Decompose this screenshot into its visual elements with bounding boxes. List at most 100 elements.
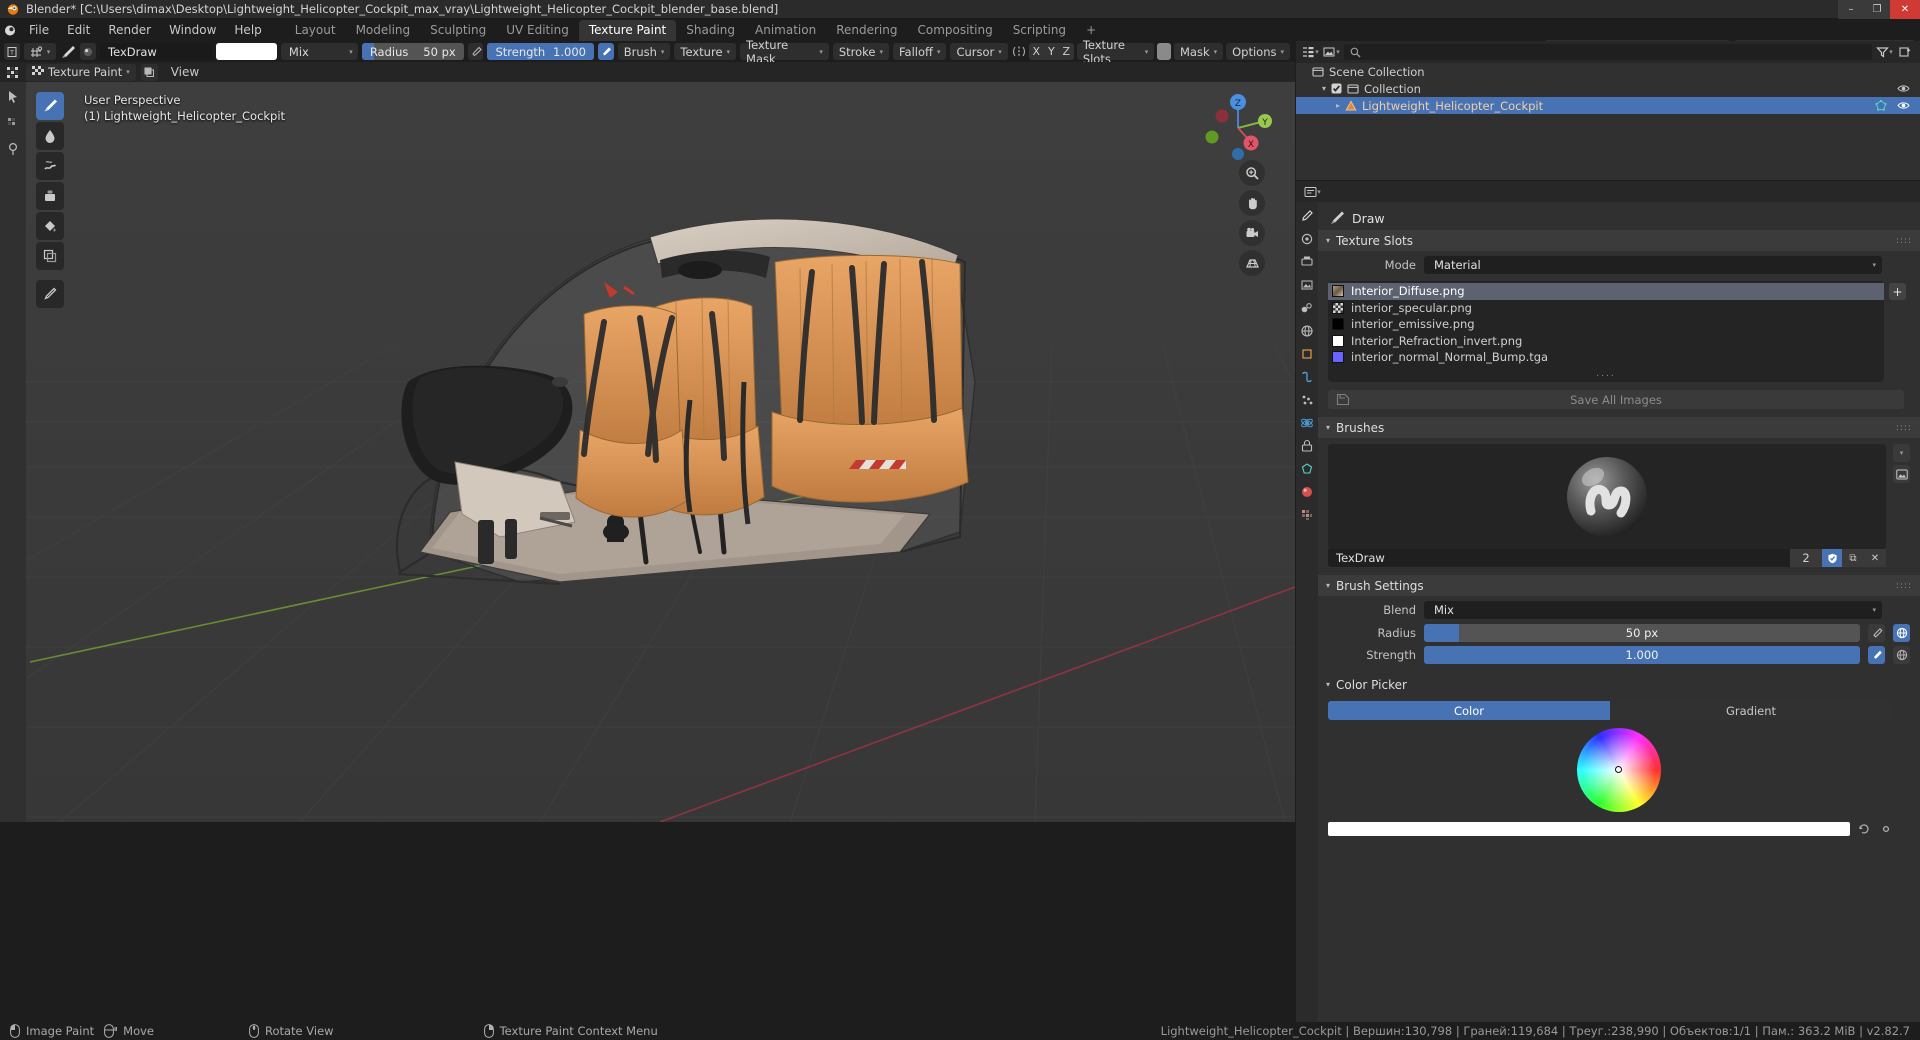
brush-datablock-icon[interactable] [80, 43, 97, 60]
interaction-mode-dropdown[interactable]: Texture Paint ▾ [26, 63, 136, 81]
outliner-row-helicopter-cockpit[interactable]: ▸ Lightweight_Helicopter_Cockpit [1296, 97, 1920, 114]
toolbar-cursor-icon[interactable] [2, 86, 24, 108]
tool-settings-icon[interactable]: T [4, 43, 20, 60]
brush-tool-icon[interactable] [60, 43, 76, 60]
toggle-perspective-icon[interactable] [1239, 250, 1265, 276]
tool-smear-button[interactable] [36, 152, 64, 180]
properties-tab-output[interactable] [1299, 254, 1315, 270]
copy-mode-icon[interactable] [140, 63, 158, 81]
save-all-images-button[interactable]: Save All Images [1328, 390, 1904, 409]
color-animate-icon[interactable] [1877, 820, 1894, 838]
blender-menu-icon[interactable] [0, 23, 20, 37]
menu-help[interactable]: Help [225, 21, 270, 39]
outliner-search-input[interactable] [1344, 44, 1872, 60]
brush-falloff-preset-button[interactable]: ▾ [23, 43, 57, 60]
toolbar-measure-icon[interactable] [2, 138, 24, 160]
properties-tab-tool[interactable] [1299, 208, 1315, 224]
brushes-collapse-triangle-icon[interactable]: ▾ [1326, 423, 1330, 432]
viewport-view-menu[interactable]: View [163, 64, 207, 80]
texture-slot-row-1[interactable]: interior_specular.png [1328, 300, 1884, 317]
tool-soften-button[interactable] [36, 122, 64, 150]
symmetry-axis-z[interactable]: Z [1058, 43, 1074, 60]
collection-visibility-eye-icon[interactable] [1897, 83, 1910, 94]
color-tab-color[interactable]: Color [1328, 701, 1610, 720]
falloff-popover[interactable]: Falloff ▾ [893, 43, 947, 60]
texture-slot-row-0[interactable]: Interior_Diffuse.png [1328, 283, 1884, 300]
brush-browse-image-button[interactable] [1893, 465, 1910, 483]
maximize-button[interactable]: ❐ [1864, 0, 1890, 19]
texture-mask-popover[interactable]: Texture Mask ▾ [740, 38, 829, 66]
toolbar-annotate-icon[interactable] [2, 112, 24, 134]
collection-disclosure-triangle-icon[interactable]: ▾ [1322, 84, 1326, 93]
outliner-row-scene-collection[interactable]: Scene Collection [1296, 63, 1920, 80]
pan-hand-icon[interactable] [1239, 190, 1265, 216]
brush-popover[interactable]: Brush ▾ [617, 43, 671, 60]
tool-draw-button[interactable] [36, 92, 64, 120]
color-wheel[interactable] [1577, 728, 1661, 812]
color-value-slider[interactable] [1328, 822, 1850, 836]
strength-unit-toggle[interactable] [1893, 646, 1910, 664]
mode-dropdown[interactable]: Material ▾ [1424, 256, 1882, 274]
brush-preset-chevron-button[interactable]: ▾ [1893, 444, 1910, 462]
symmetry-axis-x[interactable]: X [1028, 43, 1044, 60]
camera-view-icon[interactable] [1239, 220, 1265, 246]
tab-scripting[interactable]: Scripting [1003, 20, 1076, 41]
brush-settings-panel-header[interactable]: ▾ Brush Settings :::: [1318, 575, 1920, 596]
brush-fake-user-shield-icon[interactable] [1822, 549, 1842, 567]
brush-color-swatch[interactable] [215, 43, 277, 60]
brush-name-field[interactable]: TexDraw [100, 43, 212, 60]
tab-uv-editing[interactable]: UV Editing [496, 20, 579, 41]
properties-tab-world[interactable] [1299, 323, 1315, 339]
tab-compositing[interactable]: Compositing [907, 20, 1002, 41]
tool-annotate-button[interactable] [36, 280, 64, 308]
object-visibility-eye-icon[interactable] [1897, 100, 1910, 111]
strength-slider-2[interactable]: 1.000 [1424, 646, 1860, 664]
texture-popover[interactable]: Texture ▾ [674, 43, 737, 60]
texture-slots-collapse-triangle-icon[interactable]: ▾ [1326, 236, 1330, 245]
properties-tab-data[interactable] [1299, 461, 1315, 477]
tab-rendering[interactable]: Rendering [826, 20, 907, 41]
strength-pressure-icon[interactable] [597, 43, 614, 60]
color-tab-gradient[interactable]: Gradient [1610, 701, 1892, 720]
object-disclosure-triangle-icon[interactable]: ▸ [1336, 101, 1340, 110]
properties-tab-modifiers[interactable] [1299, 369, 1315, 385]
properties-tab-material[interactable] [1299, 484, 1315, 500]
close-button[interactable]: ✕ [1890, 0, 1920, 19]
radius-slider-2[interactable]: 50 px [1424, 624, 1860, 642]
options-popover[interactable]: Options ▾ [1226, 43, 1291, 60]
tool-fill-button[interactable] [36, 212, 64, 240]
brush-duplicate-button[interactable]: ⧉ [1842, 549, 1864, 567]
tab-sculpting[interactable]: Sculpting [420, 20, 496, 41]
tab-modeling[interactable]: Modeling [346, 20, 421, 41]
tool-mask-button[interactable] [36, 242, 64, 270]
brush-delete-button[interactable]: ✕ [1864, 549, 1886, 567]
radius-pressure-icon[interactable] [467, 43, 484, 60]
texture-slot-list-resize-grip[interactable]: .... [1328, 366, 1884, 383]
minimize-button[interactable]: – [1838, 0, 1864, 19]
texture-slot-row-2[interactable]: interior_emissive.png [1328, 316, 1884, 333]
add-texture-slot-button[interactable]: + [1889, 283, 1906, 300]
object-mesh-data-icon[interactable] [1875, 100, 1887, 111]
properties-tab-view-layer[interactable] [1299, 277, 1315, 293]
zoom-icon[interactable] [1239, 160, 1265, 186]
properties-tab-physics[interactable] [1299, 415, 1315, 431]
brush-datablock-name[interactable]: TexDraw [1328, 551, 1790, 565]
paint-mask-swatch[interactable] [1157, 43, 1171, 60]
texture-slot-row-4[interactable]: interior_normal_Normal_Bump.tga [1328, 349, 1884, 366]
outliner-display-mode-icon[interactable]: ▾ [1323, 44, 1340, 61]
tab-texture-paint[interactable]: Texture Paint [578, 19, 677, 41]
cursor-popover[interactable]: Cursor ▾ [950, 43, 1008, 60]
texture-slot-list[interactable]: Interior_Diffuse.png interior_specular.p… [1328, 281, 1906, 383]
properties-editor-type-icon[interactable]: ▾ [1304, 183, 1321, 200]
collection-checkbox[interactable] [1331, 83, 1342, 94]
tab-shading[interactable]: Shading [676, 20, 745, 41]
texture-slots-panel-header[interactable]: ▾ Texture Slots :::: [1318, 230, 1920, 251]
symmetry-icon[interactable] [1012, 43, 1026, 60]
navigation-gizmo[interactable]: Z Y X [1203, 90, 1273, 160]
menu-window[interactable]: Window [160, 21, 225, 39]
brush-preview[interactable]: ▾ [1328, 444, 1910, 549]
texture-slots-popover[interactable]: Texture Slots ▾ [1076, 38, 1155, 66]
menu-render[interactable]: Render [99, 21, 160, 39]
properties-tab-particles[interactable] [1299, 392, 1315, 408]
outliner-editor-type-icon[interactable]: ▾ [1302, 44, 1319, 61]
